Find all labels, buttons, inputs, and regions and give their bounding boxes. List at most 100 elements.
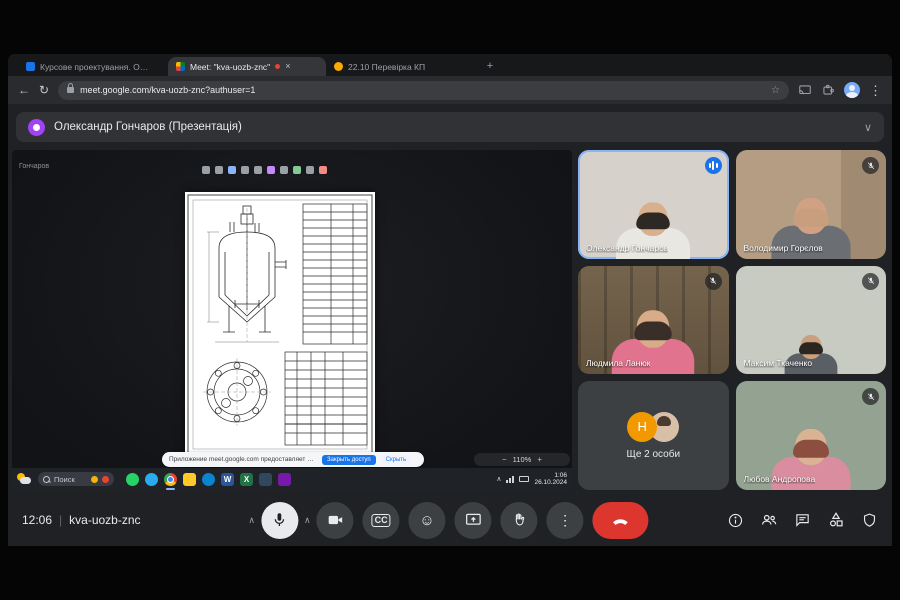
edge-icon[interactable] <box>202 473 215 486</box>
bookmark-star-icon[interactable]: ☆ <box>771 85 780 96</box>
battery-icon <box>519 476 529 482</box>
speaking-indicator-icon <box>705 157 722 174</box>
shared-app-icon <box>228 166 236 174</box>
shared-app-icon <box>319 166 327 174</box>
extensions-icon[interactable] <box>821 83 835 97</box>
tab-close-icon[interactable]: × <box>285 62 290 71</box>
meeting-details-button[interactable] <box>727 512 744 529</box>
zoom-out-icon[interactable]: − <box>502 456 507 464</box>
presenter-avatar-icon <box>28 119 45 136</box>
tray-date: 26.10.2024 <box>534 479 567 486</box>
stop-sharing-button[interactable]: Закрыть доступ <box>322 455 376 465</box>
chrome-icon[interactable] <box>164 473 177 486</box>
overflow-count-label: Ще 2 особи <box>626 449 680 460</box>
present-screen-button[interactable] <box>455 502 492 539</box>
participant-name: Любов Андропова <box>744 474 816 484</box>
chat-button[interactable] <box>794 512 811 529</box>
tile-maksym-tkachenko[interactable]: Максим Ткаченко <box>736 266 887 375</box>
tray-expand-icon[interactable]: ∧ <box>496 475 501 483</box>
presenter-banner[interactable]: Олександр Гончаров (Презентація) ∨ <box>16 112 884 142</box>
taskbar-apps: W X <box>126 473 291 486</box>
new-tab-button[interactable]: + <box>482 58 498 74</box>
hide-toast-button[interactable]: Скрыть <box>381 455 411 465</box>
tile-liubov-andropova[interactable]: Любов Андропова <box>736 381 887 490</box>
camera-options-chevron-icon[interactable]: ∧ <box>304 515 311 526</box>
photos-app-icon[interactable] <box>278 473 291 486</box>
clock-time: 12:06 <box>22 513 52 527</box>
lock-icon <box>67 87 74 93</box>
screenshot-stage: Курсове проектування. Обла… Meet: "kva-u… <box>0 0 900 600</box>
excel-icon[interactable]: X <box>240 473 253 486</box>
tab-meet[interactable]: Meet: "kva-uozb-znc" × <box>168 57 326 76</box>
shared-app-icon <box>215 166 223 174</box>
windows-taskbar: Поиск W X <box>12 468 572 490</box>
activities-icon <box>827 511 845 529</box>
mic-muted-icon <box>705 273 722 290</box>
tile-volodymyr-horielov[interactable]: Володимир Горєлов <box>736 150 887 259</box>
captions-button[interactable]: CC <box>363 502 400 539</box>
mic-muted-icon <box>862 157 879 174</box>
shared-app-icon <box>202 166 210 174</box>
shared-app-icon <box>293 166 301 174</box>
mic-muted-icon <box>862 388 879 405</box>
raise-hand-button[interactable] <box>501 502 538 539</box>
activities-button[interactable] <box>827 511 845 529</box>
word-icon[interactable]: W <box>221 473 234 486</box>
more-options-icon: ⋮ <box>558 513 572 527</box>
shield-icon <box>861 512 878 529</box>
mic-muted-icon <box>862 273 879 290</box>
cad-app-icon[interactable] <box>259 473 272 486</box>
banner-chevron-down-icon[interactable]: ∨ <box>864 121 872 134</box>
tab-kp-check[interactable]: 22.10 Перевірка КП <box>326 57 476 76</box>
camera-button[interactable] <box>317 502 354 539</box>
shared-screen: Гончаров <box>12 150 572 490</box>
tile-liudmyla[interactable]: Людмила Ланюк <box>578 266 729 375</box>
tile-oleksandr-honcharov[interactable]: Олександр Гончаров <box>578 150 729 259</box>
mic-options-chevron-icon[interactable]: ∧ <box>248 515 255 526</box>
cast-icon[interactable] <box>798 83 812 97</box>
profile-avatar[interactable] <box>844 82 860 98</box>
volume-icon[interactable] <box>506 476 514 483</box>
more-options-button[interactable]: ⋮ <box>547 502 584 539</box>
info-icon <box>727 512 744 529</box>
search-placeholder: Поиск <box>54 475 87 484</box>
meeting-info: 12:06 | kva-uozb-znc <box>22 513 141 527</box>
weather-widget-icon[interactable] <box>17 472 32 486</box>
address-bar[interactable]: meet.google.com/kva-uozb-znc?authuser=1 … <box>58 81 789 100</box>
tab-course-project[interactable]: Курсове проектування. Обла… <box>18 57 168 76</box>
toolbar-right-cluster: ⋮ <box>798 82 882 98</box>
url-text[interactable]: meet.google.com/kva-uozb-znc?authuser=1 <box>80 85 255 95</box>
back-icon[interactable]: ← <box>18 84 30 96</box>
system-tray: ∧ 1:06 26.10.2024 <box>496 472 567 487</box>
shared-app-icon <box>280 166 288 174</box>
whatsapp-icon[interactable] <box>126 473 139 486</box>
refresh-icon[interactable]: ↻ <box>39 84 49 96</box>
participants-button[interactable] <box>760 511 778 529</box>
meet-control-bar: 12:06 | kva-uozb-znc ∧ ∧ CC <box>8 494 892 546</box>
screen-share-toast: Приложение meet.google.com предоставляет… <box>162 452 424 467</box>
tray-time: 1:06 <box>534 472 567 479</box>
tab-title: Meet: "kva-uozb-znc" <box>190 62 270 72</box>
zoom-in-icon[interactable]: + <box>537 456 542 464</box>
viewer-zoom-bar: − 110% + <box>474 453 570 466</box>
hangup-icon <box>610 509 632 531</box>
tab-strip: Курсове проектування. Обла… Meet: "kva-u… <box>8 54 892 76</box>
taskbar-search[interactable]: Поиск <box>38 472 114 486</box>
overflow-avatars: Н <box>627 412 679 442</box>
tab-title: 22.10 Перевірка КП <box>348 62 425 72</box>
people-icon <box>760 511 778 529</box>
participant-grid: Олександр Гончаров Володимир Горєлов <box>578 150 886 490</box>
tile-overflow-participants[interactable]: Н Ще 2 особи <box>578 381 729 490</box>
shared-app-icon <box>306 166 314 174</box>
telegram-icon[interactable] <box>145 473 158 486</box>
host-controls-button[interactable] <box>861 512 878 529</box>
mic-button[interactable] <box>261 502 298 539</box>
tab-title: Курсове проектування. Обла… <box>40 62 150 72</box>
browser-menu-icon[interactable]: ⋮ <box>869 84 882 97</box>
file-explorer-icon[interactable] <box>183 473 196 486</box>
reactions-button[interactable]: ☺ <box>409 502 446 539</box>
leave-call-button[interactable] <box>593 502 649 539</box>
meeting-code: kva-uozb-znc <box>69 513 140 527</box>
taskbar-clock[interactable]: 1:06 26.10.2024 <box>534 472 567 487</box>
mic-icon <box>271 511 289 529</box>
